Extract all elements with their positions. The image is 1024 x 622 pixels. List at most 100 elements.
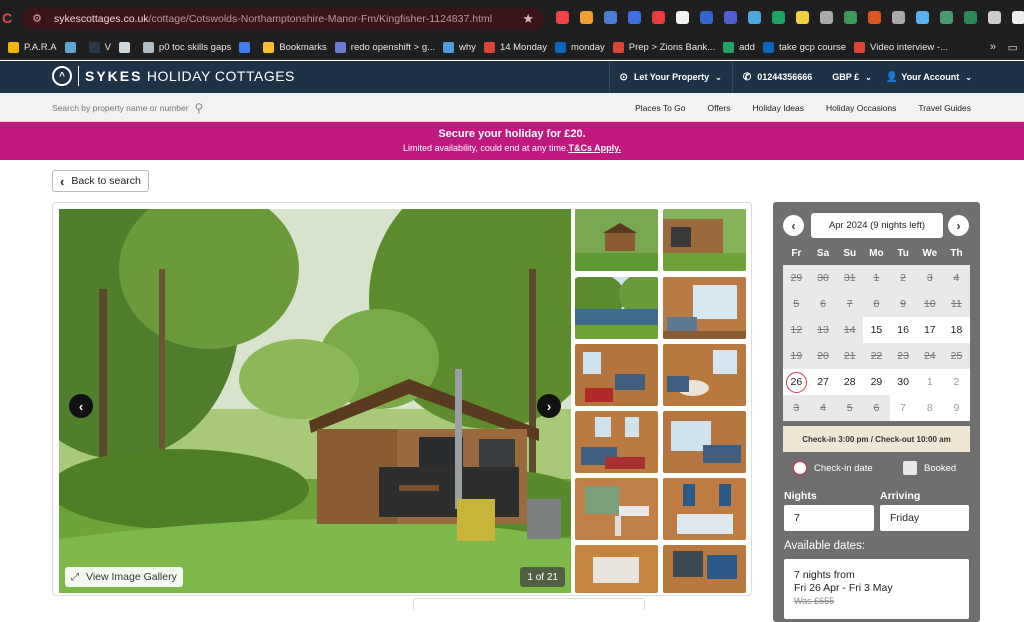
more-bookmarks-button[interactable]: » <box>990 41 996 53</box>
address-bar[interactable]: ⚙ sykescottages.co.uk/cottage/Cotswolds-… <box>22 8 544 30</box>
next-photo-button[interactable]: › <box>537 394 561 418</box>
thumbnail-9[interactable] <box>575 478 658 540</box>
reload-icon[interactable]: C <box>2 10 20 26</box>
thumbnail-12[interactable] <box>663 545 746 593</box>
calendar-day[interactable]: 16 <box>889 317 917 343</box>
site-settings-icon[interactable]: ⚙ <box>30 12 44 26</box>
phone-number[interactable]: ✆ 01244356666 <box>731 61 822 93</box>
account-menu[interactable]: 👤 Your Account ⌄ <box>876 61 1024 93</box>
bookmark-item[interactable]: P.A.R.A <box>8 42 57 53</box>
thumbnail-10[interactable] <box>663 478 746 540</box>
calendar-day[interactable]: 27 <box>809 369 837 395</box>
back-to-search-button[interactable]: ‹ Back to search <box>52 170 149 192</box>
nav-link[interactable]: Offers <box>708 103 731 113</box>
arriving-select[interactable]: Friday <box>880 505 969 531</box>
thumbnail-8[interactable] <box>663 411 746 473</box>
calendar-day: 13 <box>809 317 837 343</box>
extension-icon[interactable] <box>628 11 641 24</box>
bookmark-item[interactable] <box>118 42 135 53</box>
calendar-day[interactable]: 18 <box>943 317 970 343</box>
thumbnail-11[interactable] <box>575 545 658 593</box>
extension-icon[interactable] <box>844 11 857 24</box>
extension-icon[interactable] <box>676 11 689 24</box>
nav-link[interactable]: Holiday Ideas <box>753 103 805 113</box>
calendar-day[interactable]: 17 <box>916 317 944 343</box>
currency-selector[interactable]: GBP £ ⌄ <box>822 61 876 93</box>
extension-icon[interactable] <box>724 11 737 24</box>
chevron-down-icon: ⌄ <box>865 72 872 82</box>
calendar-day: 31 <box>836 265 864 291</box>
bookmark-item[interactable]: Prep > Zions Bank... <box>612 42 715 53</box>
extension-icon[interactable] <box>700 11 713 24</box>
property-search-input[interactable]: Search by property name or number ⚲ <box>52 101 203 115</box>
calendar-day[interactable]: 29 <box>863 369 890 395</box>
bookmark-item[interactable] <box>64 42 81 53</box>
main-photo[interactable]: ‹ › ⤢ View Image Gallery 1 of 21 <box>59 209 571 593</box>
bookmark-star-icon[interactable]: ★ <box>522 11 534 27</box>
thumbnail-4[interactable] <box>663 277 746 339</box>
nights-select[interactable]: 7 <box>784 505 874 531</box>
extension-icon[interactable] <box>1012 11 1024 24</box>
extension-icon[interactable] <box>652 11 665 24</box>
checkin-legend-icon <box>793 461 807 475</box>
thumbnail-2[interactable] <box>663 209 746 271</box>
calendar-day: 8 <box>916 395 944 421</box>
nav-link[interactable]: Places To Go <box>635 103 685 113</box>
extension-icon[interactable] <box>556 11 569 24</box>
search-icon[interactable]: ⚲ <box>195 101 204 115</box>
nav-link[interactable]: Travel Guides <box>918 103 971 113</box>
all-bookmarks-folder-icon[interactable]: ▭ <box>1008 41 1018 54</box>
terms-link[interactable]: T&Cs Apply. <box>568 143 621 153</box>
month-selector[interactable]: Apr 2024 (9 nights left) <box>811 213 943 238</box>
extension-icon[interactable] <box>892 11 905 24</box>
nav-link[interactable]: Holiday Occasions <box>826 103 896 113</box>
calendar-day: 9 <box>943 395 970 421</box>
thumbnail-6[interactable] <box>663 344 746 406</box>
extension-icon[interactable] <box>916 11 929 24</box>
let-property-menu[interactable]: ⊙ Let Your Property ⌄ <box>608 61 732 93</box>
extension-icon[interactable] <box>796 11 809 24</box>
bookmark-item[interactable] <box>239 42 255 53</box>
thumbnail-1[interactable] <box>575 209 658 271</box>
extension-icon[interactable] <box>820 11 833 24</box>
bookmark-item[interactable]: Bookmarks <box>263 42 327 53</box>
bookmark-item[interactable]: monday <box>554 42 605 53</box>
next-month-button[interactable]: › <box>948 215 969 236</box>
bookmark-item[interactable]: take gcp course <box>762 42 846 53</box>
secondary-nav: Search by property name or number ⚲ Plac… <box>0 93 1024 122</box>
site-logo[interactable]: ^ SYKES HOLIDAY COTTAGES <box>52 66 295 86</box>
bookmark-item[interactable]: V <box>88 42 111 53</box>
extension-icon[interactable] <box>988 11 1001 24</box>
calendar-day: 14 <box>836 317 864 343</box>
extension-icon[interactable] <box>772 11 785 24</box>
bookmark-item[interactable]: Video interview -... <box>854 42 948 53</box>
chevron-down-icon: ⌄ <box>965 72 972 82</box>
extension-icon[interactable] <box>964 11 977 24</box>
extension-icon[interactable] <box>748 11 761 24</box>
bookmark-item[interactable]: why <box>443 42 476 53</box>
calendar-day[interactable]: 30 <box>889 369 917 395</box>
thumbnail-3[interactable] <box>575 277 658 339</box>
chevron-left-icon: ‹ <box>60 173 65 189</box>
previous-photo-button[interactable]: ‹ <box>69 394 93 418</box>
bookmark-item[interactable]: 14 Monday <box>483 42 547 53</box>
extension-icon[interactable] <box>604 11 617 24</box>
view-image-gallery-button[interactable]: ⤢ View Image Gallery <box>65 567 183 587</box>
calendar-day-checkin[interactable]: 26 <box>783 369 810 395</box>
extension-icon[interactable] <box>868 11 881 24</box>
thumbnail-5[interactable] <box>575 344 658 406</box>
extension-icon[interactable] <box>580 11 593 24</box>
calendar-day[interactable]: 28 <box>836 369 864 395</box>
site-header: ^ SYKES HOLIDAY COTTAGES ⊙ Let Your Prope… <box>0 61 1024 93</box>
bookmark-item[interactable]: redo openshift > g... <box>334 42 435 53</box>
bookmark-item[interactable]: add <box>723 42 755 53</box>
thumbnail-7[interactable] <box>575 411 658 473</box>
calendar-day: 6 <box>809 291 837 317</box>
chevron-down-icon: ⌄ <box>715 72 722 82</box>
calendar-day[interactable]: 15 <box>863 317 890 343</box>
bookmark-item[interactable]: p0 toc skills gaps <box>142 42 231 53</box>
extension-icon[interactable] <box>940 11 953 24</box>
previous-month-button[interactable]: ‹ <box>783 215 804 236</box>
available-date-option[interactable]: 7 nights from Fri 26 Apr - Fri 3 May Was… <box>784 559 969 619</box>
calendar-day: 11 <box>943 291 970 317</box>
